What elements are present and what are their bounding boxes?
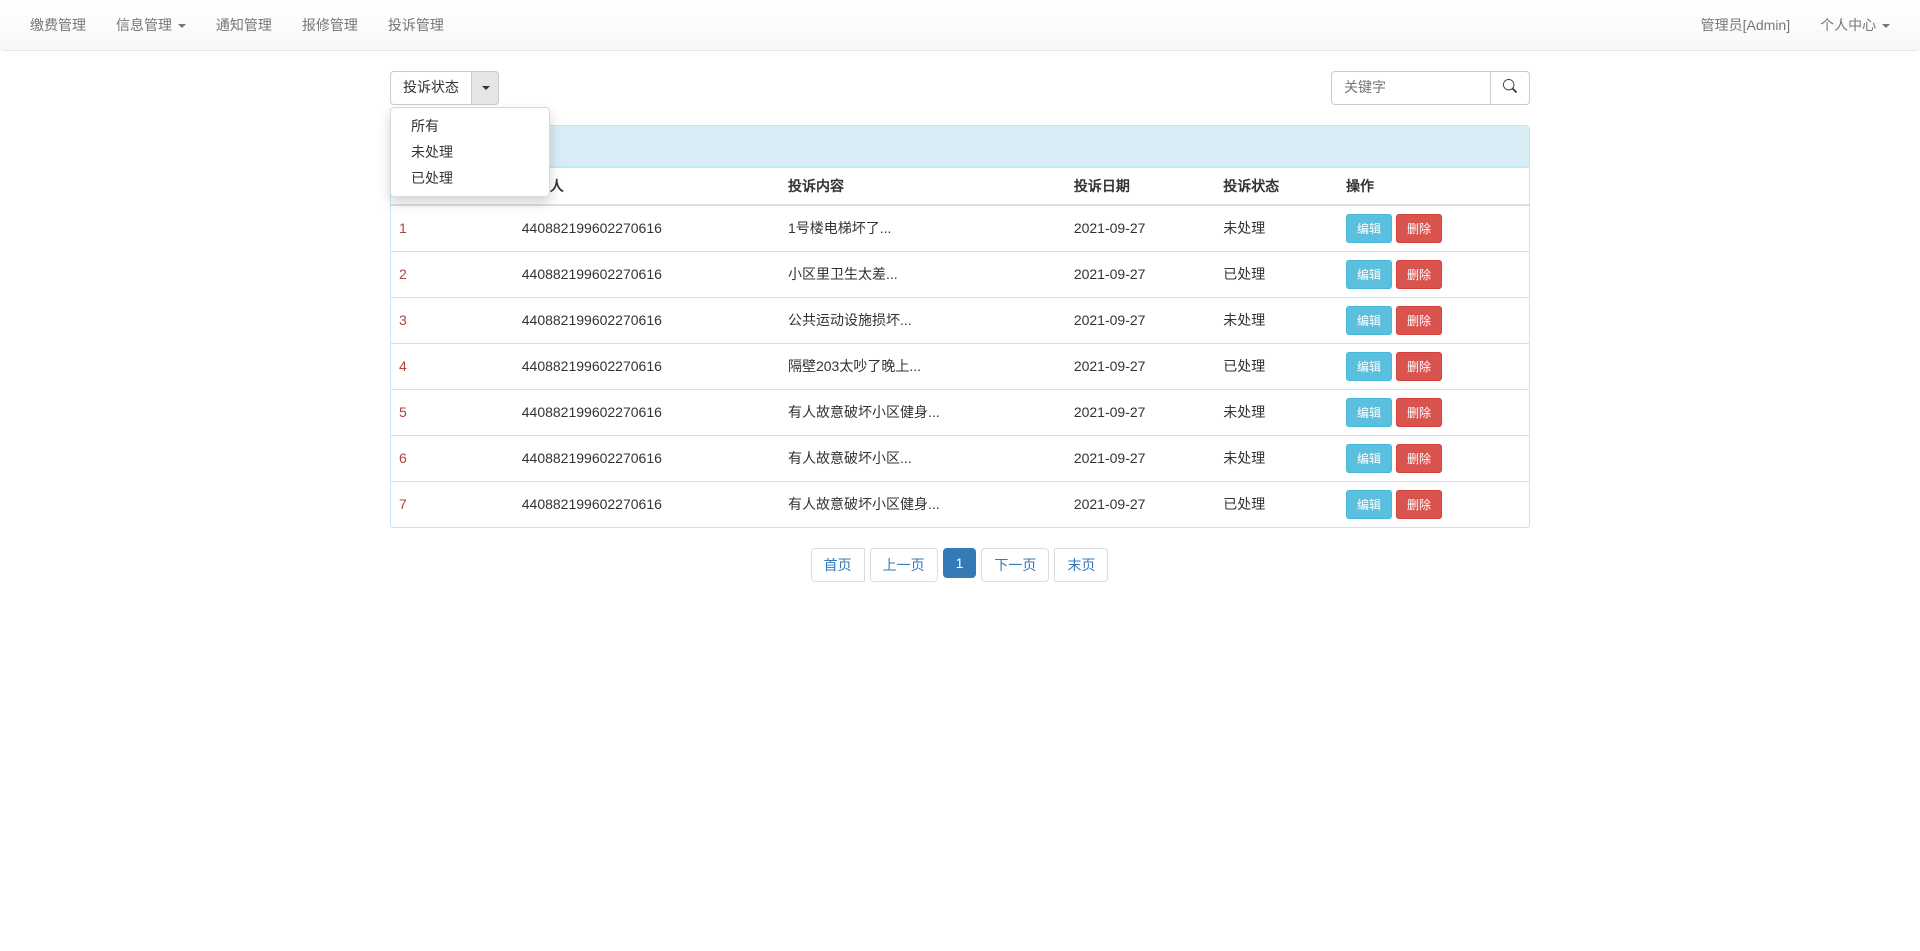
delete-button[interactable]: 删除 — [1396, 260, 1442, 289]
complaint-id-link[interactable]: 3 — [399, 312, 407, 328]
nav-user-label: 管理员[Admin] — [1686, 0, 1805, 50]
delete-button[interactable]: 删除 — [1396, 214, 1442, 243]
cell-content: 有人故意破坏小区健身... — [780, 389, 1066, 435]
edit-button[interactable]: 编辑 — [1346, 490, 1392, 519]
nav-personal-center-label: 个人中心 — [1820, 17, 1876, 33]
table-header-row: 投诉编号投诉人投诉内容投诉日期投诉状态操作 — [391, 167, 1529, 205]
page-last[interactable]: 末页 — [1054, 548, 1108, 582]
delete-button[interactable]: 删除 — [1396, 444, 1442, 473]
cell-status: 已处理 — [1215, 481, 1338, 527]
nav-personal-center[interactable]: 个人中心 — [1805, 0, 1905, 50]
cell-date: 2021-09-27 — [1066, 343, 1215, 389]
cell-status: 未处理 — [1215, 389, 1338, 435]
nav-item-3[interactable]: 报修管理 — [287, 0, 373, 50]
complaint-id-link[interactable]: 6 — [399, 450, 407, 466]
cell-date: 2021-09-27 — [1066, 389, 1215, 435]
table-row: 2 440882199602270616小区里卫生太差...2021-09-27已… — [391, 251, 1529, 297]
cell-status: 已处理 — [1215, 251, 1338, 297]
page-first[interactable]: 首页 — [811, 548, 865, 582]
cell-person: 440882199602270616 — [514, 343, 780, 389]
cell-date: 2021-09-27 — [1066, 481, 1215, 527]
col-header-5: 操作 — [1338, 167, 1529, 205]
col-header-2: 投诉内容 — [780, 167, 1066, 205]
table-row: 6 440882199602270616有人故意破坏小区...2021-09-27… — [391, 435, 1529, 481]
cell-date: 2021-09-27 — [1066, 297, 1215, 343]
search-group — [1331, 71, 1530, 105]
col-header-1: 投诉人 — [514, 167, 780, 205]
complaint-table: 投诉编号投诉人投诉内容投诉日期投诉状态操作 1 44088219960227061… — [391, 167, 1529, 527]
cell-person: 440882199602270616 — [514, 389, 780, 435]
complaint-id-link[interactable]: 4 — [399, 358, 407, 374]
nav-item-2[interactable]: 通知管理 — [201, 0, 287, 50]
cell-date: 2021-09-27 — [1066, 435, 1215, 481]
status-filter-group: 投诉状态 所有未处理已处理 — [390, 71, 499, 105]
edit-button[interactable]: 编辑 — [1346, 398, 1392, 427]
table-row: 7 440882199602270616有人故意破坏小区健身...2021-09-… — [391, 481, 1529, 527]
cell-person: 440882199602270616 — [514, 481, 780, 527]
panel-heading: 投诉列表 — [391, 126, 1529, 167]
delete-button[interactable]: 删除 — [1396, 398, 1442, 427]
cell-person: 440882199602270616 — [514, 205, 780, 252]
page-next[interactable]: 下一页 — [981, 548, 1049, 582]
status-filter-button[interactable]: 投诉状态 — [390, 71, 472, 105]
edit-button[interactable]: 编辑 — [1346, 306, 1392, 335]
edit-button[interactable]: 编辑 — [1346, 260, 1392, 289]
complaint-id-link[interactable]: 5 — [399, 404, 407, 420]
delete-button[interactable]: 删除 — [1396, 352, 1442, 381]
nav-item-0[interactable]: 缴费管理 — [15, 0, 101, 50]
status-option-2[interactable]: 已处理 — [391, 165, 549, 191]
table-body: 14408821996022706161号楼电梯坏了...2021-09-27未… — [391, 205, 1529, 527]
cell-content: 公共运动设施损坏... — [780, 297, 1066, 343]
search-icon — [1503, 79, 1517, 93]
cell-content: 有人故意破坏小区健身... — [780, 481, 1066, 527]
nav-item-1[interactable]: 信息管理 — [101, 0, 201, 50]
cell-status: 未处理 — [1215, 205, 1338, 252]
cell-status: 未处理 — [1215, 297, 1338, 343]
status-option-0[interactable]: 所有 — [391, 113, 549, 139]
pagination: 首页 上一页 1 下一页 末页 — [390, 548, 1530, 582]
table-row: 1 4408821996022706161号楼电梯坏了...2021-09-27未… — [391, 205, 1529, 252]
caret-down-icon — [1882, 24, 1890, 28]
cell-status: 已处理 — [1215, 343, 1338, 389]
caret-down-icon — [178, 24, 186, 28]
cell-date: 2021-09-27 — [1066, 251, 1215, 297]
cell-person: 440882199602270616 — [514, 435, 780, 481]
cell-person: 440882199602270616 — [514, 297, 780, 343]
page-current[interactable]: 1 — [943, 548, 977, 578]
cell-content: 隔壁203太吵了晚上... — [780, 343, 1066, 389]
caret-down-icon — [482, 86, 490, 90]
complaint-id-link[interactable]: 7 — [399, 496, 407, 512]
nav-item-4[interactable]: 投诉管理 — [373, 0, 459, 50]
page-prev[interactable]: 上一页 — [870, 548, 938, 582]
col-header-3: 投诉日期 — [1066, 167, 1215, 205]
table-row: 4 440882199602270616隔壁203太吵了晚上...2021-09-… — [391, 343, 1529, 389]
complaint-id-link[interactable]: 2 — [399, 266, 407, 282]
cell-person: 440882199602270616 — [514, 251, 780, 297]
complaint-panel: 投诉列表 投诉编号投诉人投诉内容投诉日期投诉状态操作 1 440882199602… — [390, 125, 1530, 528]
edit-button[interactable]: 编辑 — [1346, 444, 1392, 473]
cell-status: 未处理 — [1215, 435, 1338, 481]
cell-content: 小区里卫生太差... — [780, 251, 1066, 297]
nav-right: 管理员[Admin] 个人中心 — [1686, 0, 1905, 50]
search-button[interactable] — [1491, 71, 1530, 105]
status-filter-toggle[interactable] — [471, 71, 499, 105]
delete-button[interactable]: 删除 — [1396, 306, 1442, 335]
edit-button[interactable]: 编辑 — [1346, 352, 1392, 381]
status-filter-dropdown: 所有未处理已处理 — [390, 107, 550, 197]
edit-button[interactable]: 编辑 — [1346, 214, 1392, 243]
cell-content: 有人故意破坏小区... — [780, 435, 1066, 481]
nav-left: 缴费管理信息管理 通知管理报修管理投诉管理 — [15, 0, 459, 50]
col-header-4: 投诉状态 — [1215, 167, 1338, 205]
table-row: 3 440882199602270616公共运动设施损坏...2021-09-27… — [391, 297, 1529, 343]
complaint-id-link[interactable]: 1 — [399, 220, 407, 236]
top-navbar: 缴费管理信息管理 通知管理报修管理投诉管理 管理员[Admin] 个人中心 — [0, 0, 1920, 51]
delete-button[interactable]: 删除 — [1396, 490, 1442, 519]
search-input[interactable] — [1331, 71, 1491, 105]
cell-content: 1号楼电梯坏了... — [780, 205, 1066, 252]
status-option-1[interactable]: 未处理 — [391, 139, 549, 165]
table-row: 5 440882199602270616有人故意破坏小区健身...2021-09-… — [391, 389, 1529, 435]
cell-date: 2021-09-27 — [1066, 205, 1215, 252]
